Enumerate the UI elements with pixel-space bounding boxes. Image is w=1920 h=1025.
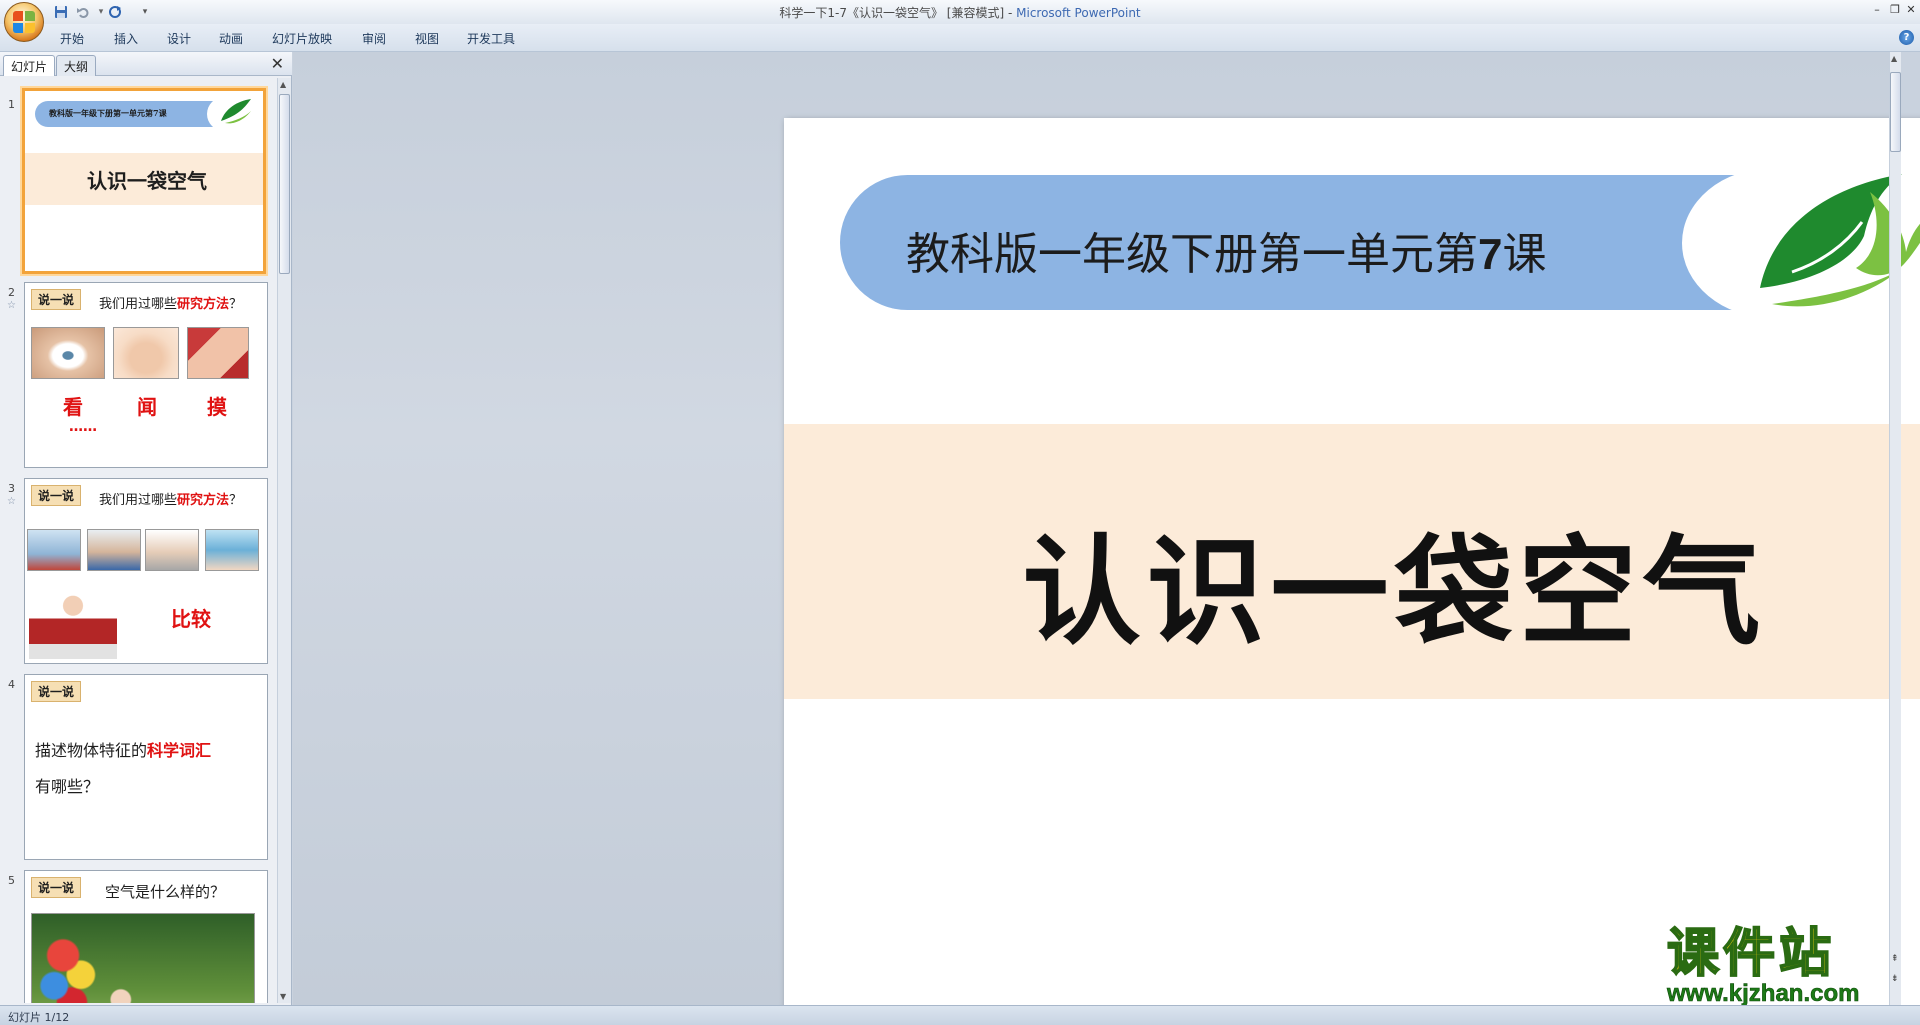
- question-suffix: ？: [229, 493, 243, 508]
- lesson-suffix: 课: [1502, 229, 1547, 280]
- watermark-logo-text: 课件站: [1666, 923, 1836, 984]
- thumb-title: 认识一袋空气: [87, 169, 207, 193]
- scrollbar-thumb[interactable]: [279, 94, 290, 274]
- lesson-subtitle[interactable]: 教科版一年级下册第一单元第7课: [906, 218, 1546, 282]
- thumb-tag: 说一说: [31, 289, 82, 310]
- tab-developer[interactable]: 开发工具: [467, 30, 515, 47]
- tab-insert[interactable]: 插入: [114, 30, 138, 47]
- experiment-photo: [87, 529, 141, 571]
- slide-number: 2: [8, 286, 15, 299]
- close-pane-icon[interactable]: ✕: [271, 54, 284, 73]
- experiment-photo: [145, 529, 199, 571]
- question-suffix: ？: [229, 297, 243, 312]
- slides-pane: 幻灯片 大纲 ✕ 1 教科版一年级下册第一单元第7课 认识一袋空气 2 ☆ 说一…: [0, 52, 292, 1005]
- label-look: 看: [63, 395, 83, 419]
- slide-thumbnail-3[interactable]: 说一说 我们用过哪些研究方法？ 比较: [24, 478, 268, 664]
- window-title: 科学一下1-7《认识一袋空气》 [兼容模式] - Microsoft Power…: [0, 4, 1920, 21]
- tab-slideshow[interactable]: 幻灯片放映: [272, 30, 332, 47]
- scroll-down-icon[interactable]: ▼: [280, 992, 286, 1001]
- app-name: Microsoft PowerPoint: [1016, 6, 1141, 20]
- office-logo-icon: [13, 11, 35, 33]
- question-highlight: 研究方法: [177, 297, 230, 312]
- slide-number: 3: [8, 482, 15, 495]
- slide-number: 1: [8, 98, 15, 111]
- thumbnail-list: 1 教科版一年级下册第一单元第7课 认识一袋空气 2 ☆ 说一说 我们用过哪些研…: [0, 78, 275, 1003]
- thumb-tag: 说一说: [31, 681, 82, 702]
- title-bar: ▾ ▾ 科学一下1-7《认识一袋空气》 [兼容模式] - Microsoft P…: [0, 0, 1920, 42]
- label-smell: 闻: [137, 395, 157, 419]
- experiment-photo: [27, 529, 81, 571]
- slide-number: 5: [8, 874, 15, 887]
- tab-review[interactable]: 审阅: [362, 30, 386, 47]
- ellipsis: ……: [69, 419, 97, 435]
- hand-photo: [187, 327, 249, 379]
- balloons-photo: [31, 913, 255, 1003]
- slide-thumbnail-4[interactable]: 说一说 描述物体特征的科学词汇 有哪些？: [24, 674, 268, 860]
- scrollbar-thumb[interactable]: [1890, 72, 1901, 152]
- question-prefix: 我们用过哪些: [99, 493, 178, 508]
- pane-tabs: 幻灯片 大纲 ✕: [0, 52, 292, 76]
- lesson-prefix: 教科版一年级下册第一单元第: [906, 229, 1478, 280]
- slide-thumbnail-1[interactable]: 教科版一年级下册第一单元第7课 认识一袋空气: [22, 88, 266, 274]
- eye-photo: [31, 327, 105, 379]
- thumbnail-scrollbar[interactable]: ▲ ▼: [277, 78, 291, 1003]
- office-button[interactable]: [4, 2, 44, 42]
- lesson-number: 7: [1478, 230, 1503, 279]
- ribbon-tabs: 开始 插入 设计 动画 幻灯片放映 审阅 视图 开发工具 ?: [0, 24, 1920, 52]
- tab-design[interactable]: 设计: [167, 30, 191, 47]
- label-touch: 摸: [207, 395, 227, 419]
- thumb-line-2: 有哪些？: [35, 777, 100, 796]
- tab-outline[interactable]: 大纲: [56, 55, 97, 76]
- label-compare: 比较: [171, 607, 211, 631]
- scroll-up-icon[interactable]: ▲: [280, 80, 286, 89]
- thumb-line-1: 描述物体特征的科学词汇: [35, 737, 211, 761]
- experiment-photo: [205, 529, 259, 571]
- line1-prefix: 描述物体特征的: [35, 741, 148, 760]
- thumb-banner-text: 教科版一年级下册第一单元第7课: [49, 108, 167, 118]
- watermark-url: www.kjzhan.com: [1667, 980, 1860, 1007]
- site-watermark: 课件站 www.kjzhan.com: [1666, 923, 1903, 1007]
- help-icon[interactable]: ?: [1899, 30, 1914, 45]
- slide-counter: 幻灯片 1/12: [8, 1011, 70, 1024]
- tab-animations[interactable]: 动画: [219, 30, 243, 47]
- slide-thumbnail-5[interactable]: 说一说 空气是什么样的？: [24, 870, 268, 1003]
- thumb-tag: 说一说: [31, 877, 82, 898]
- tab-slides[interactable]: 幻灯片: [3, 55, 56, 76]
- current-slide[interactable]: 教科版一年级下册第一单元第7课 认识一袋空气: [784, 118, 1920, 1025]
- thumb-question: 我们用过哪些研究方法？: [99, 293, 242, 312]
- slide-number: 4: [8, 678, 15, 691]
- thumb-tag: 说一说: [31, 485, 82, 506]
- leaf-icon: [221, 99, 251, 124]
- animation-star-icon: ☆: [7, 300, 16, 311]
- document-title: 科学一下1-7《认识一袋空气》 [兼容模式] -: [779, 6, 1017, 20]
- thumb-question: 我们用过哪些研究方法？: [99, 489, 242, 508]
- animation-star-icon: ☆: [7, 496, 16, 507]
- slide-title[interactable]: 认识一袋空气: [784, 496, 1920, 667]
- close-button[interactable]: ✕: [1900, 2, 1920, 18]
- slide-thumbnail-2[interactable]: 说一说 我们用过哪些研究方法？ 看 闻 摸 ……: [24, 282, 268, 468]
- status-bar: 幻灯片 1/12: [0, 1005, 1920, 1025]
- question-prefix: 我们用过哪些: [99, 297, 178, 312]
- line1-highlight: 科学词汇: [147, 741, 212, 760]
- balance-experiment-photo: [29, 585, 117, 659]
- question-highlight: 研究方法: [177, 493, 230, 508]
- editor-scrollbar[interactable]: ▲ ⇞ ⇟: [1889, 52, 1901, 1005]
- tab-home[interactable]: 开始: [60, 30, 84, 47]
- scroll-up-icon[interactable]: ▲: [1891, 54, 1897, 63]
- nose-photo: [113, 327, 179, 379]
- slide-editor: 教科版一年级下册第一单元第7课 认识一袋空气 ▲ ⇞ ⇟: [293, 52, 1920, 1025]
- thumb-question: 空气是什么样的？: [105, 883, 226, 901]
- tab-view[interactable]: 视图: [415, 30, 439, 47]
